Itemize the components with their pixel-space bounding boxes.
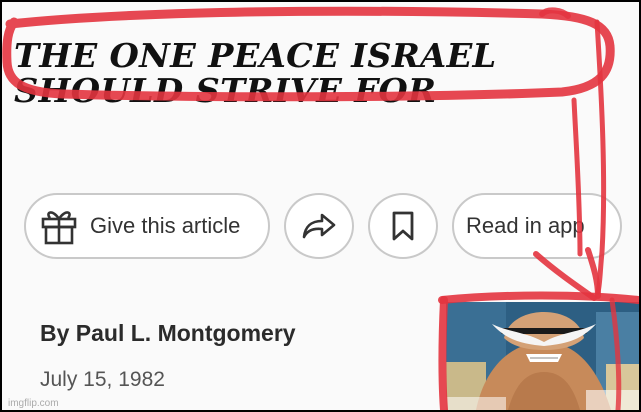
share-button[interactable] (284, 193, 354, 259)
gift-icon (40, 206, 78, 246)
read-in-app-button[interactable]: Read in app (452, 193, 622, 259)
headline-line-1: THE ONE PEACE ISRAEL (14, 36, 497, 75)
article-action-bar: Give this article Read in app (24, 190, 622, 262)
bookmark-icon (390, 210, 416, 242)
imgflip-watermark: imgflip.com (8, 398, 59, 409)
give-article-label: Give this article (90, 213, 241, 238)
give-article-button[interactable]: Give this article (24, 193, 270, 259)
article-headline: THE ONE PEACE ISRAEL SHOULD STRIVE FOR (14, 38, 497, 108)
article-date: July 15, 1982 (40, 368, 165, 391)
screenshot-frame: THE ONE PEACE ISRAEL SHOULD STRIVE FOR G… (2, 2, 639, 410)
headline-line-2: SHOULD STRIVE FOR (14, 71, 437, 110)
whitebeard-character-image (446, 302, 639, 410)
read-in-app-label: Read in app (466, 213, 585, 238)
save-bookmark-button[interactable] (368, 193, 438, 259)
share-arrow-icon (301, 211, 337, 241)
article-byline: By Paul L. Montgomery (40, 320, 296, 346)
